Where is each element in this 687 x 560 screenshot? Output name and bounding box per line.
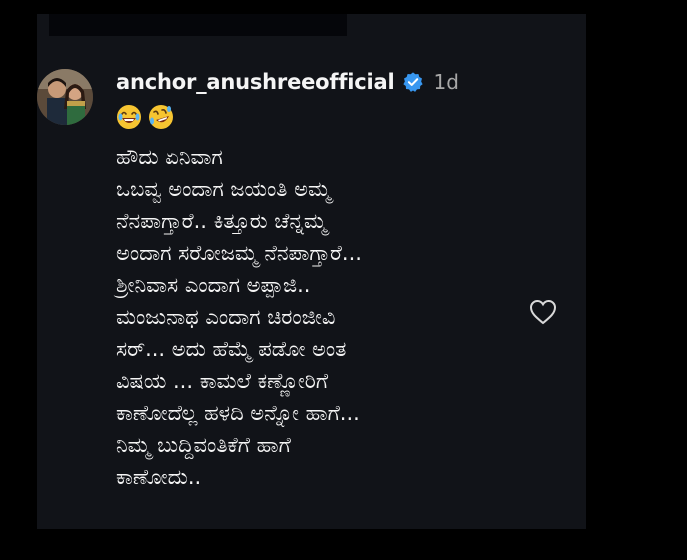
comment-line: ಅಂದಾಗ ಸರೋಜಮ್ಮ ನೆನಪಾಗ್ತಾರೆ... [116, 241, 362, 265]
avatar-image [37, 69, 93, 125]
comment-line: ಒಬವ್ವ ಅಂದಾಗ ಜಯಂತಿ ಅಮ್ಮ [116, 177, 331, 201]
like-heart-icon[interactable] [528, 298, 558, 326]
emoji-row [116, 104, 180, 130]
comment-line: ಸರ್... ಅದು ಹೆಮ್ಮೆ ಪಡೋ ಅಂತ [116, 337, 347, 361]
rolling-laughing-face-icon [149, 105, 173, 129]
verified-badge-icon [403, 72, 424, 92]
comment-line: ಕಾಣೋದು.. [116, 465, 202, 489]
username-link[interactable]: anchor_anushreeofficial [116, 70, 395, 94]
comment-line: ವಿಷಯ ... ಕಾಮಲೆ ಕಣ್ಣೋರಿಗೆ [116, 369, 329, 393]
cropped-header-bar [49, 14, 347, 36]
comment-line: ಕಾಣೋದೆಲ್ಲ ಹಳದಿ ಅನ್ನೋ ಹಾಗೆ... [116, 401, 360, 425]
comment-line: ಮಂಜುನಾಥ ಎಂದಾಗ ಚಿರಂಜೀವಿ [116, 305, 336, 329]
avatar[interactable] [37, 69, 93, 125]
comment-line: ನೆನಪಾಗ್ತಾರೆ.. ಕಿತ್ತೂರು ಚೆನ್ನಮ್ಮ [116, 209, 327, 233]
comment-line: ಹೌದು ಏನಿವಾಗ [116, 145, 223, 169]
comment-line: ಶ್ರೀನಿವಾಸ ಎಂದಾಗ ಅಪ್ಪಾಜಿ.. [116, 273, 311, 297]
comment-line: ನಿಮ್ಮ ಬುದ್ದಿವಂತಿಕೆಗೆ ಹಾಗೆ [116, 433, 291, 457]
comment-header: anchor_anushreeofficial 1d [116, 70, 459, 94]
laughing-face-icon [117, 105, 141, 129]
comment-text: ಹೌದು ಏನಿವಾಗ ಒಬವ್ವ ಅಂದಾಗ ಜಯಂತಿ ಅಮ್ಮ ನೆನಪಾ… [116, 141, 526, 493]
comment-timestamp[interactable]: 1d [433, 70, 458, 94]
